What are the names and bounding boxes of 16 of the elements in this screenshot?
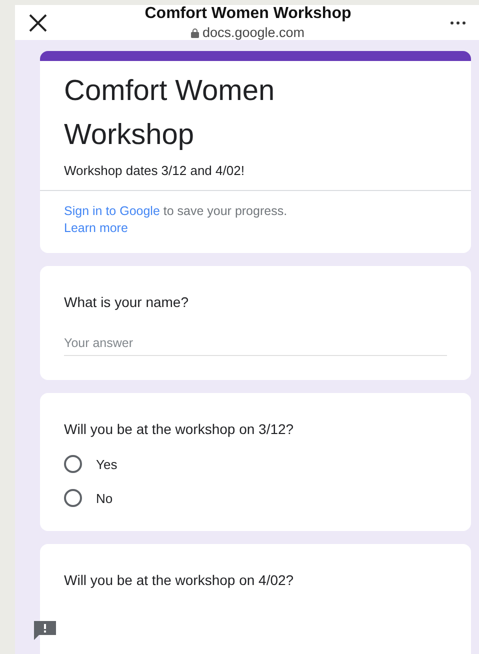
sign-in-link[interactable]: Sign in to Google: [64, 204, 160, 218]
sign-in-notice: Sign in to Google to save your progress. Learn more: [63, 203, 288, 237]
question-text: Will you be at the workshop on 4/02?: [64, 572, 295, 588]
form-description: Workshop dates 3/12 and 4/02!: [63, 162, 246, 180]
page-url: docs.google.com: [202, 25, 305, 40]
learn-more-link[interactable]: Learn more: [64, 221, 128, 235]
question-text: Will you be at the workshop on 3/12?: [64, 421, 295, 437]
radio-option[interactable]: Yes: [64, 455, 118, 473]
lock-icon: [191, 28, 200, 38]
close-icon: [28, 12, 48, 32]
page-title: Comfort Women Workshop: [144, 5, 352, 23]
question-text: What is your name?: [64, 294, 190, 310]
radio-option[interactable]: No: [64, 489, 113, 507]
form-title: Comfort Women Workshop: [63, 74, 276, 153]
feedback-icon[interactable]: [33, 620, 57, 640]
more-icon: [450, 20, 466, 24]
